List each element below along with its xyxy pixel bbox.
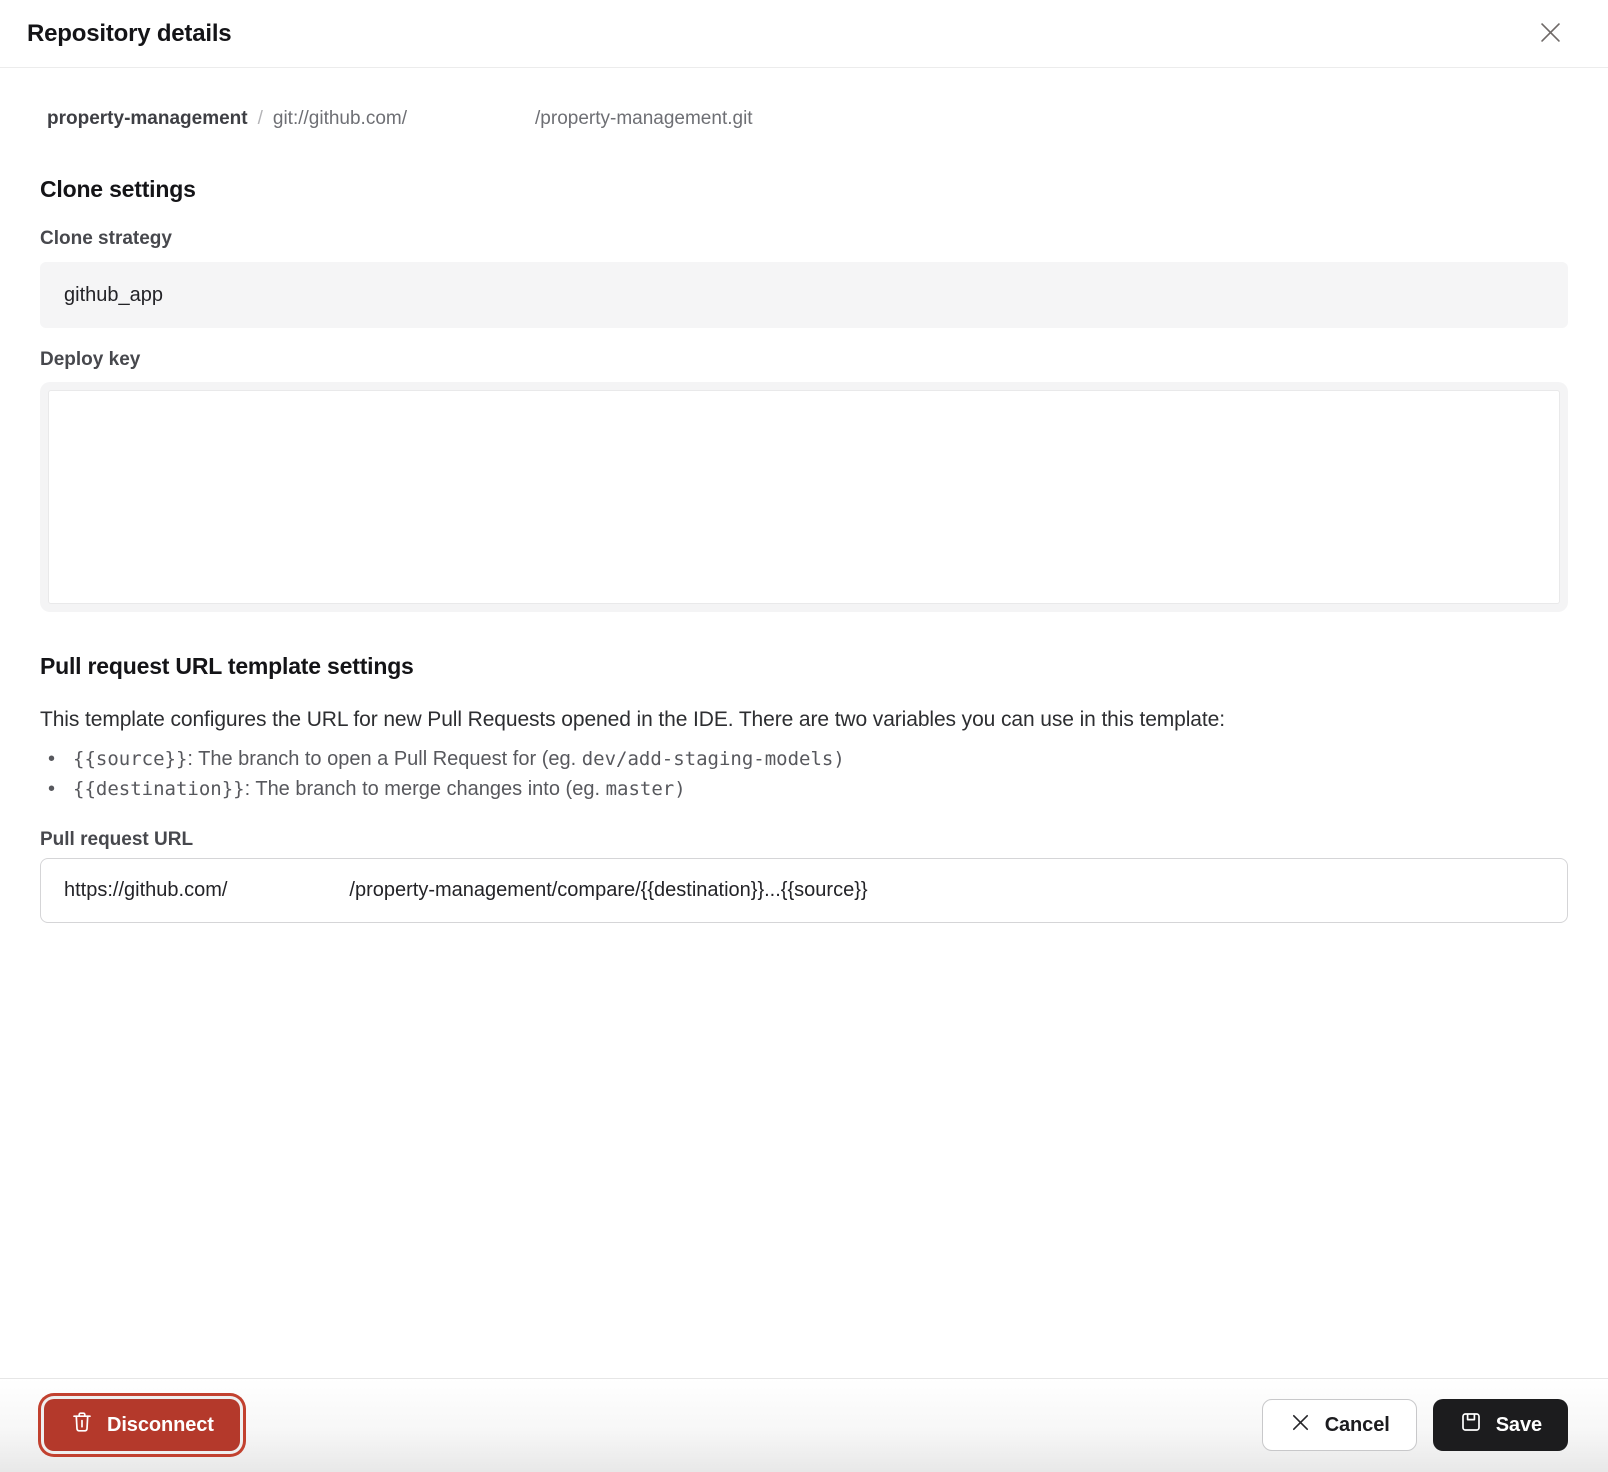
deploy-key-textarea[interactable] [48,390,1560,604]
variable-source-example: dev/add-staging-models [582,748,834,770]
list-item: {{destination}}: The branch to merge cha… [40,774,1568,804]
breadcrumb-url-prefix: git://github.com/ [273,107,407,131]
pr-template-heading: Pull request URL template settings [40,652,1568,680]
save-button-label: Save [1496,1414,1542,1437]
pull-request-url-redacted-org [227,890,349,891]
variable-source-suffix: ) [833,748,844,770]
disconnect-button-label: Disconnect [107,1414,214,1437]
list-item: {{source}}: The branch to open a Pull Re… [40,744,1568,774]
save-floppy-icon [1459,1410,1483,1440]
breadcrumb-repo-name: property-management [47,107,248,131]
clone-strategy-value: github_app [64,284,163,307]
pull-request-url-suffix: /property-management/compare/{{destinati… [349,879,867,902]
pull-request-url-input[interactable]: https://github.com/ /property-management… [40,858,1568,923]
breadcrumb-redacted-org [407,123,535,124]
close-icon [1537,19,1564,49]
variable-destination-description: : The branch to merge changes into (eg. [245,778,606,800]
footer-actions: Cancel Save [1262,1399,1568,1451]
modal-title: Repository details [27,20,231,48]
variable-destination: {{destination}} [73,778,245,800]
pr-template-variable-list: {{source}}: The branch to open a Pull Re… [40,744,1568,804]
variable-destination-example: master [606,778,675,800]
pull-request-url-prefix: https://github.com/ [64,879,227,902]
repository-details-modal: Repository details property-management /… [0,0,1608,1472]
breadcrumb-separator: / [258,107,263,131]
modal-header: Repository details [0,0,1608,68]
close-button[interactable] [1532,16,1568,52]
cancel-button-label: Cancel [1325,1414,1390,1437]
breadcrumb: property-management / git://github.com/ … [47,107,1568,131]
trash-icon [70,1410,94,1440]
cancel-x-icon [1289,1411,1312,1440]
deploy-key-field-frame [40,382,1568,612]
clone-settings-heading: Clone settings [40,175,1568,203]
cancel-button[interactable]: Cancel [1262,1399,1417,1451]
deploy-key-label: Deploy key [40,348,1568,372]
variable-destination-suffix: ) [674,778,685,800]
pull-request-url-label: Pull request URL [40,828,1568,852]
clone-strategy-label: Clone strategy [40,227,1568,251]
clone-strategy-input: github_app [40,262,1568,328]
save-button[interactable]: Save [1433,1399,1568,1451]
disconnect-button[interactable]: Disconnect [44,1399,240,1451]
variable-source: {{source}} [73,748,187,770]
breadcrumb-url-suffix: /property-management.git [535,107,753,131]
variable-source-description: : The branch to open a Pull Request for … [187,748,581,770]
modal-footer: Disconnect Cancel S [0,1378,1608,1472]
pr-template-description: This template configures the URL for new… [40,706,1568,734]
modal-content: property-management / git://github.com/ … [0,68,1608,1378]
